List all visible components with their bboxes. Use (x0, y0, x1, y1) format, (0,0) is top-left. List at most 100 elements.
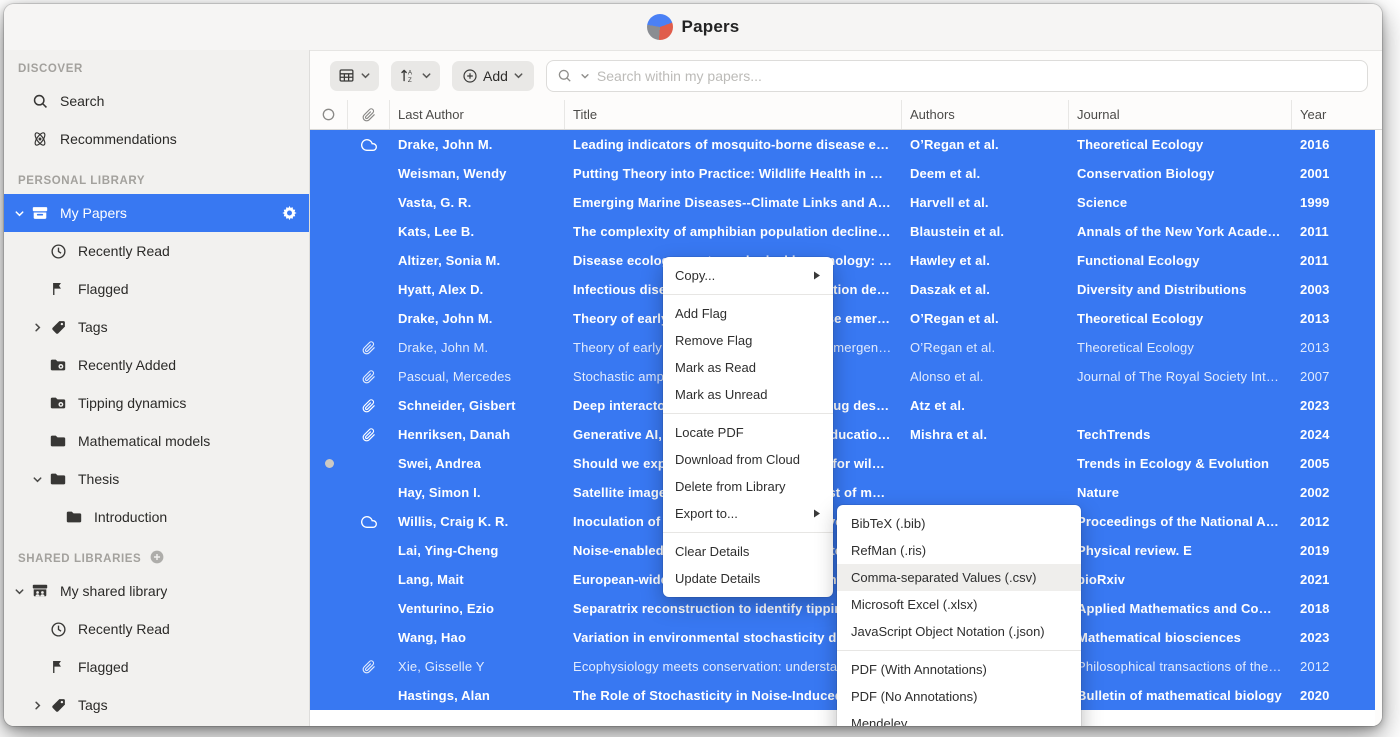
menu-item-download-from-cloud[interactable]: Download from Cloud (663, 446, 833, 473)
flag-icon (46, 281, 70, 297)
sidebar-item-flagged[interactable]: Flagged (4, 648, 309, 686)
table-row[interactable]: Altizer, Sonia M.Disease ecology meets e… (310, 246, 1375, 275)
column-header-journal[interactable]: Journal (1069, 100, 1292, 129)
chevron-right-icon[interactable] (28, 322, 46, 333)
table-row[interactable]: Hyatt, Alex D.Infectious disease and amp… (310, 275, 1375, 304)
cell-last-author: Lang, Mait (390, 572, 565, 587)
cell-journal: Conservation Biology (1069, 166, 1292, 181)
chevron-down-icon[interactable] (10, 586, 28, 597)
sidebar-item-search[interactable]: Search (4, 82, 309, 120)
table-row[interactable]: Swei, AndreaShould we expect population … (310, 449, 1375, 478)
table-row[interactable]: Pascual, MercedesStochastic amplificatio… (310, 362, 1375, 391)
search-input[interactable]: Search within my papers... (546, 60, 1368, 92)
menu-item-mark-as-unread[interactable]: Mark as Unread (663, 381, 833, 408)
cell-year: 2013 (1292, 311, 1375, 326)
menu-item-mendeley[interactable]: Mendeley (837, 710, 1081, 726)
menu-item-remove-flag[interactable]: Remove Flag (663, 327, 833, 354)
menu-item-pdf-with-annotations[interactable]: PDF (With Annotations) (837, 656, 1081, 683)
menu-item-label: Clear Details (675, 544, 749, 559)
search-icon (28, 93, 52, 110)
section-label-shared-libraries: SHARED LIBRARIES (4, 536, 309, 572)
column-header-label: Title (573, 107, 597, 122)
chevron-down-icon[interactable] (10, 208, 28, 219)
sidebar-item-my-papers[interactable]: My Papers (4, 194, 309, 232)
table-row[interactable]: Henriksen, DanahGenerative AI, Teacher K… (310, 420, 1375, 449)
sort-button[interactable]: AZ (391, 61, 440, 91)
sidebar-item-label: Search (60, 93, 104, 109)
menu-item-add-flag[interactable]: Add Flag (663, 300, 833, 327)
sidebar-item-mathematical-models[interactable]: Mathematical models (4, 422, 309, 460)
column-header-paperclip[interactable] (348, 100, 390, 129)
sidebar-item-thesis[interactable]: Thesis (4, 460, 309, 498)
sidebar-item-tipping-dynamics[interactable]: Tipping dynamics (4, 384, 309, 422)
sidebar-item-recently-added[interactable]: Recently Added (4, 346, 309, 384)
sidebar-item-introduction[interactable]: Introduction (4, 498, 309, 536)
sidebar-item-recommendations[interactable]: Recommendations (4, 120, 309, 158)
cell-last-author: Altizer, Sonia M. (390, 253, 565, 268)
table-row[interactable]: Kats, Lee B.The complexity of amphibian … (310, 217, 1375, 246)
menu-item-delete-from-library[interactable]: Delete from Library (663, 473, 833, 500)
menu-item-mark-as-read[interactable]: Mark as Read (663, 354, 833, 381)
menu-item-pdf-no-annotations[interactable]: PDF (No Annotations) (837, 683, 1081, 710)
column-header-label: Authors (910, 107, 955, 122)
chevron-down-icon[interactable] (28, 474, 46, 485)
menu-item-bibtex-bib[interactable]: BibTeX (.bib) (837, 510, 1081, 537)
column-header-last-author[interactable]: Last Author (390, 100, 565, 129)
section-label-discover: DISCOVER (4, 56, 309, 82)
add-button[interactable]: Add (452, 61, 534, 91)
sidebar-item-flagged[interactable]: Flagged (4, 270, 309, 308)
column-header-circle[interactable] (310, 100, 348, 129)
column-header-title[interactable]: Title (565, 100, 902, 129)
cell-year: 2021 (1292, 572, 1375, 587)
table-row[interactable]: Drake, John M.Leading indicators of mosq… (310, 130, 1375, 159)
sidebar-item-label: Flagged (78, 659, 129, 675)
cell-authors: Alonso et al. (902, 369, 1069, 384)
toolbar: AZ Add Search within my papers... (310, 51, 1382, 100)
cell-authors: Daszak et al. (902, 282, 1069, 297)
menu-item-label: Export to... (675, 506, 738, 521)
table-row[interactable]: Drake, John M.Theory of early warning si… (310, 333, 1375, 362)
section-label-personal-library: PERSONAL LIBRARY (4, 158, 309, 194)
tag-icon (46, 697, 70, 714)
sidebar-item-tags[interactable]: Tags (4, 686, 309, 724)
chevron-right-icon[interactable] (28, 700, 46, 711)
cell-authors: Deem et al. (902, 166, 1069, 181)
cell-last-author: Wang, Hao (390, 630, 565, 645)
cell-journal: Nature (1069, 485, 1292, 500)
table-row[interactable]: Hay, Simon I.Satellite imagery in the st… (310, 478, 1375, 507)
attachment-cell (348, 660, 390, 674)
view-options-button[interactable] (330, 61, 379, 91)
menu-item-label: Microsoft Excel (.xlsx) (851, 597, 977, 612)
search-scope-chevron-icon[interactable] (580, 71, 590, 81)
search-icon (557, 68, 573, 84)
add-shared-library-icon[interactable] (149, 549, 165, 565)
menu-item-comma-separated-values-csv[interactable]: Comma-separated Values (.csv) (837, 564, 1081, 591)
table-row[interactable]: Drake, John M.Theory of early warning si… (310, 304, 1375, 333)
table-row[interactable]: Schneider, GisbertDeep interactome learn… (310, 391, 1375, 420)
menu-item-refman-ris[interactable]: RefMan (.ris) (837, 537, 1081, 564)
menu-item-export-to[interactable]: Export to... (663, 500, 833, 527)
sidebar-item-label: Flagged (78, 281, 129, 297)
column-header-year[interactable]: Year (1292, 100, 1382, 129)
column-header-authors[interactable]: Authors (902, 100, 1069, 129)
menu-item-javascript-object-notation-json[interactable]: JavaScript Object Notation (.json) (837, 618, 1081, 645)
sidebar-item-recently-read[interactable]: Recently Read (4, 610, 309, 648)
gear-icon[interactable] (281, 205, 298, 222)
menu-item-clear-details[interactable]: Clear Details (663, 538, 833, 565)
menu-divider (837, 650, 1081, 651)
menu-item-microsoft-excel-xlsx[interactable]: Microsoft Excel (.xlsx) (837, 591, 1081, 618)
sidebar-item-recently-read[interactable]: Recently Read (4, 232, 309, 270)
menu-item-copy[interactable]: Copy... (663, 262, 833, 289)
table-row[interactable]: Weisman, WendyPutting Theory into Practi… (310, 159, 1375, 188)
cell-journal: Mathematical biosciences (1069, 630, 1292, 645)
sidebar-item-tags[interactable]: Tags (4, 308, 309, 346)
cell-journal: Science (1069, 195, 1292, 210)
column-header-label: Last Author (398, 107, 464, 122)
sidebar-item-my-shared-library[interactable]: My shared library (4, 572, 309, 610)
menu-item-locate-pdf[interactable]: Locate PDF (663, 419, 833, 446)
cell-journal: Applied Mathematics and Computation (1069, 601, 1292, 616)
table-row[interactable]: Vasta, G. R.Emerging Marine Diseases--Cl… (310, 188, 1375, 217)
menu-item-update-details[interactable]: Update Details (663, 565, 833, 592)
clock-icon (46, 621, 70, 638)
tag-icon (46, 319, 70, 336)
